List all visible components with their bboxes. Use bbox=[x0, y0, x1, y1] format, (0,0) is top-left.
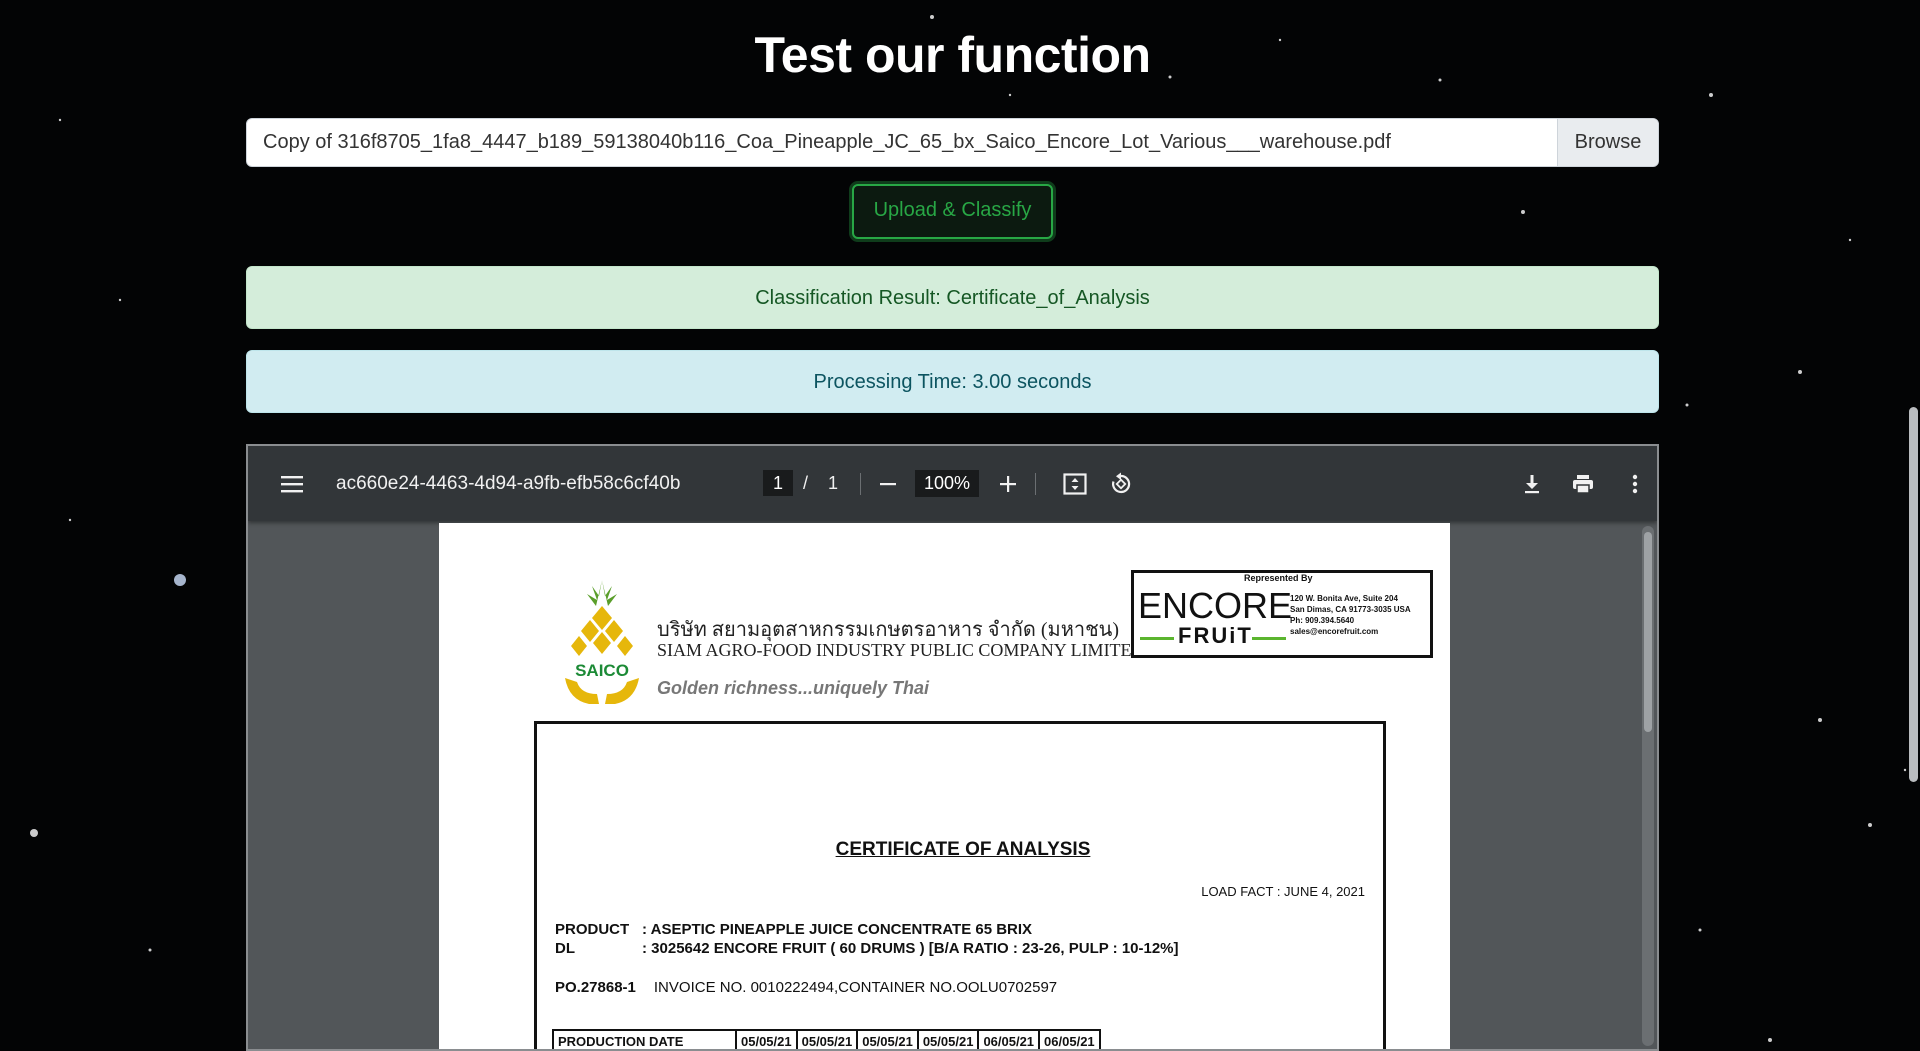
toolbar-divider bbox=[860, 473, 861, 495]
saico-logo-text: SAICO bbox=[575, 661, 629, 680]
table-cell: 05/05/21 bbox=[735, 1029, 798, 1049]
fruit-underline bbox=[1140, 637, 1174, 640]
table-cell: 05/05/21 bbox=[856, 1029, 919, 1049]
encore-fruit-logo: Represented By ENCORE FRUiT 120 W. Bonit… bbox=[1131, 570, 1433, 658]
saico-logo: SAICO bbox=[565, 580, 639, 704]
table-cell: 05/05/21 bbox=[795, 1029, 859, 1049]
zoom-level-input[interactable]: 100% bbox=[915, 470, 979, 497]
table-cell: 06/05/21 bbox=[1038, 1029, 1101, 1049]
table-cell: 06/05/21 bbox=[977, 1029, 1041, 1049]
classification-result-alert: Classification Result: Certificate_of_An… bbox=[246, 266, 1659, 329]
invoice-container: INVOICE NO. 0010222494,CONTAINER NO.OOLU… bbox=[653, 979, 1058, 996]
fit-page-icon[interactable] bbox=[1055, 446, 1095, 521]
dl-value: : 3025642 ENCORE FRUIT ( 60 DRUMS ) [B/A… bbox=[642, 940, 1179, 957]
fruit-underline bbox=[1252, 637, 1286, 640]
pdf-viewer[interactable]: ac660e24-4463-4d94-a9fb-efb58c6cf40b 1 /… bbox=[246, 444, 1659, 1051]
zoom-in-icon[interactable] bbox=[988, 446, 1028, 521]
page-scrollbar[interactable] bbox=[1909, 407, 1918, 782]
more-options-icon[interactable] bbox=[1615, 446, 1655, 521]
pdf-document-title: ac660e24-4463-4d94-a9fb-efb58c6cf40b bbox=[336, 473, 681, 494]
table-cell: 05/05/21 bbox=[916, 1029, 980, 1049]
dl-label: DL bbox=[555, 940, 575, 957]
page-number-input[interactable]: 1 bbox=[763, 470, 793, 496]
production-table: PRODUCTION DATE 05/05/21 05/05/21 05/05/… bbox=[552, 1029, 1101, 1049]
company-tagline: Golden richness...uniquely Thai bbox=[657, 678, 930, 698]
pdf-scrollbar[interactable] bbox=[1642, 526, 1654, 1046]
upload-classify-button[interactable]: Upload & Classify bbox=[852, 184, 1053, 239]
table-header-cell: PRODUCTION DATE bbox=[552, 1029, 737, 1049]
pdf-page: SAICO บริษัท สยามอุตสาหกรรมเกษตรอาหาร จำ… bbox=[439, 523, 1450, 1049]
product-value: : ASEPTIC PINEAPPLE JUICE CONCENTRATE 65… bbox=[642, 921, 1033, 938]
table-row: PRODUCTION DATE 05/05/21 05/05/21 05/05/… bbox=[552, 1029, 1101, 1049]
zoom-out-icon[interactable] bbox=[868, 446, 908, 521]
page-total: 1 bbox=[827, 473, 838, 493]
rotate-icon[interactable] bbox=[1101, 446, 1141, 521]
print-icon[interactable] bbox=[1563, 446, 1603, 521]
download-icon[interactable] bbox=[1512, 446, 1552, 521]
fruit-brand-text: FRUiT bbox=[1178, 623, 1253, 648]
load-fact: LOAD FACT : JUNE 4, 2021 bbox=[1201, 884, 1365, 899]
toolbar-divider bbox=[1035, 473, 1036, 495]
represented-by-label: Represented By bbox=[1244, 573, 1313, 583]
encore-brand-text: ENCORE bbox=[1138, 585, 1293, 626]
file-name-field[interactable]: Copy of 316f8705_1fa8_4447_b189_59138040… bbox=[247, 119, 1557, 166]
browse-button[interactable]: Browse bbox=[1557, 119, 1658, 166]
file-input[interactable]: Copy of 316f8705_1fa8_4447_b189_59138040… bbox=[246, 118, 1659, 167]
po-number: PO.27868-1 bbox=[555, 979, 636, 996]
company-english-name: SIAM AGRO-FOOD INDUSTRY PUBLIC COMPANY L… bbox=[657, 640, 1145, 660]
pdf-toolbar: ac660e24-4463-4d94-a9fb-efb58c6cf40b 1 /… bbox=[248, 446, 1657, 521]
po-line: PO.27868-1 INVOICE NO. 0010222494,CONTAIN… bbox=[555, 979, 1057, 996]
certificate-heading: CERTIFICATE OF ANALYSIS bbox=[835, 839, 1091, 860]
processing-time-alert: Processing Time: 3.00 seconds bbox=[246, 350, 1659, 413]
page-separator: / bbox=[803, 473, 809, 493]
menu-icon[interactable] bbox=[272, 446, 312, 521]
encore-address: 120 W. Bonita Ave, Suite 204 San Dimas, … bbox=[1290, 594, 1411, 636]
pdf-scroll-thumb[interactable] bbox=[1644, 532, 1652, 732]
certificate-frame: CERTIFICATE OF ANALYSIS LOAD FACT : JUNE… bbox=[534, 721, 1386, 1049]
page-title: Test our function bbox=[754, 27, 1151, 83]
product-label: PRODUCT bbox=[555, 921, 630, 938]
